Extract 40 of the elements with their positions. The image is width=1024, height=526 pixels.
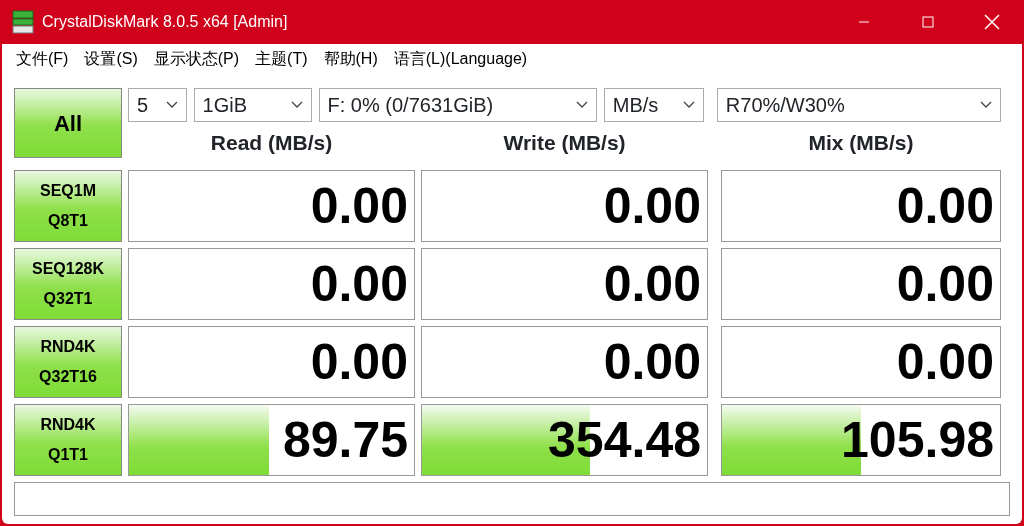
menu-item[interactable]: 设置(S) (76, 47, 146, 71)
disk-drive-icon (12, 10, 34, 34)
chevron-down-icon (575, 101, 588, 109)
menu-item[interactable]: 主题(T) (247, 47, 316, 71)
result-value: 0.00 (310, 259, 408, 309)
chevron-down-icon (290, 101, 303, 109)
column-header: Read (MB/s) (209, 130, 334, 156)
maximize-icon (922, 16, 934, 28)
dropdown[interactable]: R70%/W30% (716, 88, 1001, 122)
column-header: Write (MB/s) (502, 130, 627, 156)
test-button[interactable]: RND4K Q1T1 (14, 404, 122, 476)
menu-item[interactable]: 语言(L)(Language) (385, 47, 536, 71)
result-value: 0.00 (603, 181, 701, 231)
chevron-down-icon (682, 101, 695, 109)
dropdown[interactable]: 1GiB (193, 88, 312, 122)
result-value: 0.00 (896, 259, 994, 309)
result-value: 105.98 (841, 415, 994, 465)
result-value: 0.00 (896, 337, 994, 387)
dropdown[interactable]: MB/s (603, 88, 704, 122)
result-value: 0.00 (896, 181, 994, 231)
menu-item[interactable]: 显示状态(P) (145, 47, 248, 71)
window-title: CrystalDiskMark 8.0.5 x64 [Admin] (42, 12, 288, 32)
chevron-down-icon (165, 101, 178, 109)
menu-item[interactable]: 帮助(H) (315, 47, 386, 71)
result-value: 0.00 (603, 259, 701, 309)
result-value: 354.48 (548, 415, 701, 465)
result-value: 0.00 (310, 337, 408, 387)
result-value: 89.75 (282, 415, 408, 465)
close-icon (984, 14, 1000, 30)
dropdown[interactable]: F: 0% (0/7631GiB) (318, 88, 597, 122)
test-button[interactable]: SEQ128K Q32T1 (14, 248, 122, 320)
menu-item[interactable]: 文件(F) (8, 47, 77, 71)
test-button[interactable]: RND4K Q32T16 (14, 326, 122, 398)
all-button[interactable]: All (14, 88, 122, 158)
column-header: Mix (MB/s) (807, 130, 915, 156)
result-value: 0.00 (603, 337, 701, 387)
test-button[interactable]: SEQ1M Q8T1 (14, 170, 122, 242)
dropdown[interactable]: 5 (128, 88, 187, 122)
result-value: 0.00 (310, 181, 408, 231)
chevron-down-icon (980, 101, 992, 109)
